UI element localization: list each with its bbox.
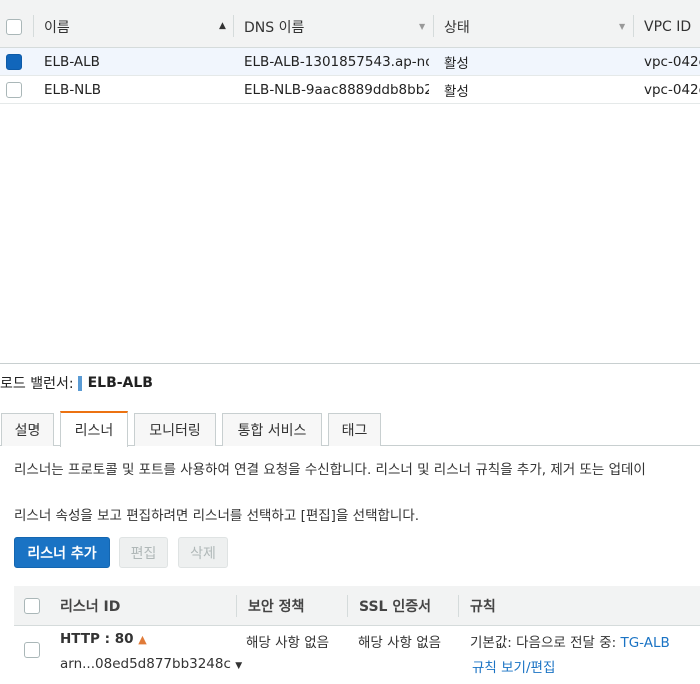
column-header-rules: 규칙	[458, 586, 700, 626]
column-label-name: 이름	[44, 20, 70, 36]
column-header-security-policy: 보안 정책	[236, 586, 346, 626]
tab-description[interactable]: 설명	[1, 413, 54, 446]
load-balancer-table: 이름 ▲ DNS 이름 ▼ 상태 ▼ VPC ID ELB-ALB ELB-AL…	[0, 0, 700, 104]
tab-integrated-services[interactable]: 통합 서비스	[222, 413, 322, 446]
load-balancer-table-header: 이름 ▲ DNS 이름 ▼ 상태 ▼ VPC ID	[0, 0, 700, 48]
sort-icon[interactable]: ▼	[619, 22, 625, 31]
listener-arn-text: arn...08ed5d877bb3248c	[60, 656, 231, 672]
edit-button[interactable]: 편집	[119, 537, 168, 568]
column-label-listener-id: 리스너 ID	[60, 599, 121, 615]
detail-lb-name: ELB-ALB	[87, 375, 153, 391]
lb-state-cell: 활성	[444, 83, 469, 100]
lb-vpc-cell: vpc-042c1	[644, 81, 700, 98]
row-checkbox[interactable]	[24, 642, 40, 658]
table-row[interactable]: ELB-NLB ELB-NLB-9aac8889ddb8bb2… 활성 vpc-…	[0, 76, 700, 104]
select-all-cell[interactable]	[24, 586, 40, 626]
column-separator	[33, 15, 34, 37]
table-row[interactable]: HTTP : 80 ▲ arn...08ed5d877bb3248c ▼ 해당 …	[14, 626, 700, 684]
column-header-name[interactable]: 이름 ▲	[33, 7, 233, 47]
ssl-certificate-value: 해당 사항 없음	[358, 635, 442, 651]
column-label-security-policy: 보안 정책	[248, 599, 305, 615]
select-all-cell[interactable]	[6, 7, 22, 47]
sort-ascending-icon[interactable]: ▲	[219, 21, 226, 31]
view-edit-rules-link[interactable]: 규칙 보기/편집	[472, 656, 555, 676]
add-listener-button[interactable]: 리스너 추가	[14, 537, 110, 568]
row-checkbox[interactable]	[6, 53, 22, 70]
column-separator	[347, 595, 348, 617]
default-action-text: 기본값: 다음으로 전달 중:	[470, 635, 617, 651]
select-all-checkbox[interactable]	[6, 19, 22, 35]
detail-tabs: 설명 리스너 모니터링 통합 서비스 태그	[0, 411, 700, 447]
column-label-ssl-certificate: SSL 인증서	[359, 599, 431, 615]
detail-label: 로드 밸런서:	[0, 376, 74, 392]
column-header-listener-id: 리스너 ID	[60, 586, 120, 626]
column-separator	[458, 595, 459, 617]
tab-tags[interactable]: 태그	[328, 413, 381, 446]
listener-protocol: HTTP : 80 ▲	[60, 631, 147, 647]
lb-dns-cell: ELB-ALB-1301857543.ap-no…	[244, 53, 429, 70]
delete-button[interactable]: 삭제	[178, 537, 228, 568]
column-label-dns: DNS 이름	[244, 20, 305, 36]
row-checkbox[interactable]	[6, 81, 22, 98]
listener-info-text: 리스너는 프로토콜 및 포트를 사용하여 연결 요청을 수신합니다. 리스너 및…	[14, 462, 646, 478]
column-label-vpc: VPC ID	[644, 19, 692, 35]
detail-title: 로드 밸런서: ELB-ALB	[0, 374, 153, 392]
listener-table-header: 리스너 ID 보안 정책 SSL 인증서 규칙	[14, 586, 700, 626]
default-action: 기본값: 다음으로 전달 중: TG-ALB	[470, 631, 670, 651]
tab-monitoring[interactable]: 모니터링	[134, 413, 216, 446]
row-select-cell[interactable]	[6, 76, 22, 103]
caret-down-icon[interactable]: ▼	[235, 661, 242, 671]
panel-resize-divider[interactable]	[0, 363, 700, 364]
column-header-dns[interactable]: DNS 이름 ▼	[233, 7, 433, 47]
selection-marker	[77, 375, 82, 391]
listener-edit-hint: 리스너 속성을 보고 편집하려면 리스너를 선택하고 [편집]을 선택합니다.	[14, 508, 420, 524]
table-row[interactable]: ELB-ALB ELB-ALB-1301857543.ap-no… 활성 vpc…	[0, 48, 700, 76]
lb-dns-cell: ELB-NLB-9aac8889ddb8bb2…	[244, 81, 429, 98]
lb-vpc-cell: vpc-042c1	[644, 53, 700, 70]
tab-listeners[interactable]: 리스너	[60, 411, 128, 447]
warning-icon: ▲	[138, 633, 147, 646]
column-separator	[233, 15, 234, 37]
security-policy-value: 해당 사항 없음	[246, 635, 330, 651]
select-all-checkbox[interactable]	[24, 598, 40, 614]
lb-state-cell: 활성	[444, 55, 469, 72]
sort-icon[interactable]: ▼	[419, 22, 425, 31]
column-label-state: 상태	[444, 20, 470, 36]
column-header-vpc[interactable]: VPC ID	[633, 7, 700, 47]
column-label-rules: 규칙	[470, 599, 496, 615]
column-separator	[633, 15, 634, 37]
row-select-cell[interactable]	[6, 48, 22, 75]
column-separator	[433, 15, 434, 37]
lb-name-cell: ELB-NLB	[44, 81, 102, 98]
lb-name-cell: ELB-ALB	[44, 53, 100, 70]
target-group-link[interactable]: TG-ALB	[620, 635, 669, 651]
column-header-state[interactable]: 상태 ▼	[433, 7, 633, 47]
listener-arn[interactable]: arn...08ed5d877bb3248c ▼	[60, 656, 242, 672]
listener-protocol-text: HTTP : 80	[60, 631, 134, 647]
column-header-ssl-certificate: SSL 인증서	[347, 586, 457, 626]
column-separator	[236, 595, 237, 617]
